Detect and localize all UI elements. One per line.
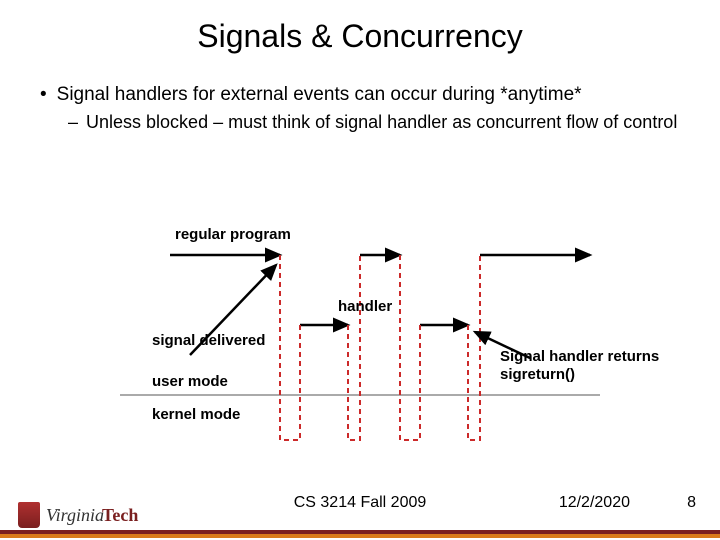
label-kernel-mode: kernel mode [152, 406, 240, 423]
footer-date: 12/2/2020 [559, 494, 630, 512]
label-regular-program: regular program [175, 226, 291, 243]
footer: VirginiaTech CS 3214 Fall 2009 12/2/2020… [0, 480, 720, 540]
footer-page-number: 8 [687, 494, 696, 512]
bullet-level2: – Unless blocked – must think of signal … [40, 111, 680, 134]
slide-title: Signals & Concurrency [0, 0, 720, 55]
diagram-svg [0, 210, 720, 460]
bullet1-text: Signal handlers for external events can … [57, 83, 582, 107]
content-area: • Signal handlers for external events ca… [0, 55, 720, 133]
label-handler: handler [338, 298, 392, 315]
label-sigreturn: Signal handler returns sigreturn() [500, 348, 659, 384]
stripe-orange [0, 534, 720, 538]
label-user-mode: user mode [152, 373, 228, 390]
label-sigreturn-line2: sigreturn() [500, 366, 575, 383]
bullet-dot: • [40, 83, 47, 107]
timing-diagram: regular program handler signal delivered… [0, 210, 720, 460]
label-signal-delivered: signal delivered [152, 332, 265, 349]
bullet-dash: – [68, 111, 78, 134]
bullet2-text: Unless blocked – must think of signal ha… [86, 111, 677, 134]
label-sigreturn-line1: Signal handler returns [500, 348, 659, 365]
bullet-level1: • Signal handlers for external events ca… [40, 83, 680, 107]
